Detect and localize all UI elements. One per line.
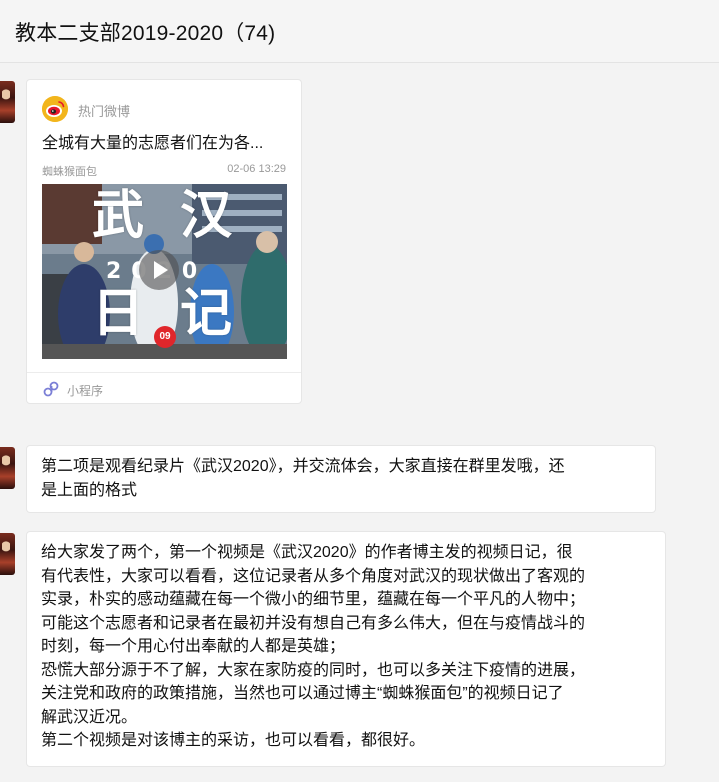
mini-program-icon bbox=[42, 380, 60, 398]
thumbnail-title-char: 记 bbox=[180, 284, 233, 344]
message-line: 可能这个志愿者和记录者在最初并没有想自己有多么伟大，但在与疫情战斗的 bbox=[41, 614, 586, 632]
message-bubble[interactable]: 第二项是观看纪录片《武汉2020》，并交流体会，大家直接在群里发哦，还 是上面的… bbox=[26, 445, 656, 513]
message-line: 解武汉近况。 bbox=[41, 708, 138, 726]
message-line: 实录，朴实的感动蕴藏在每一个微小的细节里，蕴藏在每一个平凡的人物中； bbox=[41, 591, 586, 608]
sender-avatar[interactable] bbox=[0, 447, 15, 489]
message-line: 第二项是观看纪录片《武汉2020》，并交流体会，大家直接在群里发哦，还 bbox=[41, 458, 565, 475]
episode-badge: 09 bbox=[154, 326, 176, 348]
message-line: 有代表性，大家可以看看，这位记录者从多个角度对武汉的现状做出了客观的 bbox=[41, 567, 586, 585]
weibo-icon bbox=[42, 96, 68, 122]
thumbnail-title-char: 武 bbox=[92, 186, 145, 246]
sender-avatar[interactable] bbox=[0, 533, 15, 575]
message-line: 给大家发了两个，第一个视频是《武汉2020》的作者博主发的视频日记，很 bbox=[41, 544, 573, 561]
message-line: 时刻，每一个用心付出奉献的人都是英雄； bbox=[41, 638, 346, 655]
mini-program-label: 小程序 bbox=[67, 384, 104, 398]
card-author: 蜘蛛猴面包 bbox=[42, 166, 97, 178]
message-line: 第二个视频是对该博主的采访，也可以看看，都很好。 bbox=[41, 732, 426, 749]
sender-avatar[interactable] bbox=[0, 81, 15, 123]
message-line: 恐慌大部分源于不了解，大家在家防疫的同时，也可以多关注下疫情的进展， bbox=[41, 661, 586, 679]
thumbnail-title-char: 汉 bbox=[180, 186, 233, 246]
play-icon[interactable] bbox=[139, 250, 179, 290]
card-divider bbox=[27, 372, 301, 373]
thumbnail-title-char: 日 bbox=[92, 284, 145, 344]
chat-header: 教本二支部2019-2020（74) bbox=[0, 0, 719, 63]
app-name: 热门微博 bbox=[78, 104, 131, 119]
message-bubble[interactable]: 给大家发了两个，第一个视频是《武汉2020》的作者博主发的视频日记，很 有代表性… bbox=[26, 531, 666, 767]
message-line: 关注党和政府的政策措施，当然也可以通过博主“蜘蛛猴面包”的视频日记了 bbox=[41, 685, 564, 702]
card-time: 02-06 13:29 bbox=[227, 163, 286, 175]
card-title: 全城有大量的志愿者们在为各... bbox=[42, 135, 264, 152]
video-thumbnail[interactable]: 武 汉 2020 日 记 09 bbox=[42, 184, 287, 359]
chat-title: 教本二支部2019-2020（74) bbox=[15, 22, 276, 45]
mini-program-card[interactable]: 热门微博 全城有大量的志愿者们在为各... 蜘蛛猴面包 02-06 13:29 … bbox=[26, 79, 302, 404]
message-line: 是上面的格式 bbox=[41, 481, 138, 499]
